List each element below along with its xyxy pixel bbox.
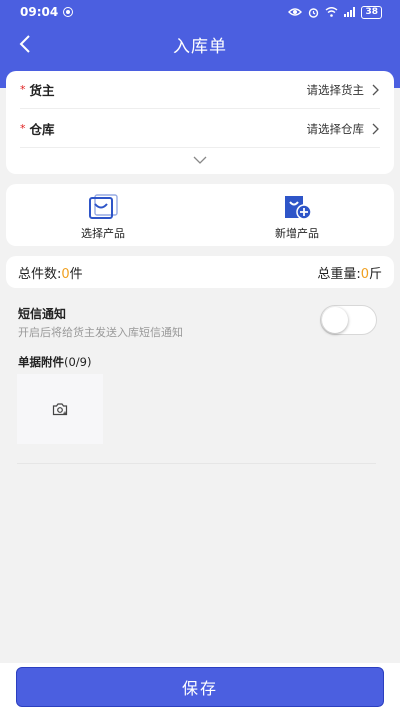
- product-actions-card: 选择产品 新增产品: [6, 184, 394, 246]
- status-icons: 38: [288, 5, 382, 19]
- page-title: 入库单: [173, 36, 227, 57]
- toggle-knob: [322, 307, 348, 333]
- total-weight-unit: 斤: [368, 266, 382, 282]
- status-bar: 09:04 38: [0, 0, 400, 24]
- new-product-label: 新增产品: [275, 227, 319, 240]
- warehouse-placeholder: 请选择仓库: [306, 121, 365, 136]
- record-indicator-icon: [63, 7, 74, 17]
- alarm-icon: [309, 7, 319, 18]
- required-mark: *: [20, 122, 26, 135]
- total-weight: 总重量:0斤: [317, 263, 382, 282]
- sms-title: 短信通知: [18, 307, 67, 321]
- shopping-bag-icon: [89, 194, 118, 219]
- signal-icon: [344, 7, 356, 17]
- bottom-bar: 保存: [0, 663, 400, 711]
- attachments-count: (0/9): [64, 355, 92, 369]
- sms-toggle[interactable]: [320, 305, 377, 335]
- required-mark: *: [20, 83, 26, 96]
- chevron-right-icon: [372, 84, 379, 95]
- warehouse-label: 仓库: [29, 122, 55, 137]
- total-count-label: 总件数:: [18, 266, 62, 282]
- owner-placeholder: 请选择货主: [306, 82, 365, 97]
- sms-notification-section: 短信通知 开启后将给货主发送入库短信通知: [18, 305, 183, 340]
- owner-selector[interactable]: * 货主 请选择货主: [20, 71, 380, 109]
- chevron-right-icon: [372, 123, 379, 134]
- status-time: 09:04: [20, 5, 59, 19]
- total-count-unit: 件: [69, 266, 83, 282]
- divider: [17, 463, 376, 464]
- battery-icon: 38: [361, 5, 382, 19]
- summary-bar: 总件数:0件 总重量:0斤: [6, 256, 394, 288]
- select-product-label: 选择产品: [81, 227, 125, 240]
- total-weight-value: 0: [360, 266, 369, 282]
- save-button[interactable]: 保存: [16, 667, 384, 707]
- camera-add-icon: [52, 403, 68, 416]
- sms-description: 开启后将给货主发送入库短信通知: [18, 326, 183, 339]
- attachments-label: 单据附件(0/9): [18, 354, 91, 370]
- chevron-down-icon[interactable]: [192, 155, 208, 165]
- select-product-button[interactable]: 选择产品: [6, 184, 200, 246]
- owner-label: 货主: [29, 83, 55, 98]
- back-arrow-icon[interactable]: [14, 32, 38, 56]
- total-count-value: 0: [61, 266, 70, 282]
- form-card: * 货主 请选择货主 * 仓库 请选择仓库: [6, 71, 394, 174]
- new-product-button[interactable]: 新增产品: [200, 184, 394, 246]
- eye-icon: [288, 8, 303, 16]
- warehouse-selector[interactable]: * 仓库 请选择仓库: [20, 110, 380, 148]
- attachment-upload-button[interactable]: [17, 374, 103, 444]
- attachments-title: 单据附件: [18, 355, 64, 369]
- nav-bar: 入库单: [0, 24, 400, 64]
- total-weight-label: 总重量:: [317, 266, 361, 282]
- add-product-icon: [285, 196, 312, 220]
- wifi-icon: [326, 7, 338, 17]
- total-count: 总件数:0件: [18, 263, 83, 282]
